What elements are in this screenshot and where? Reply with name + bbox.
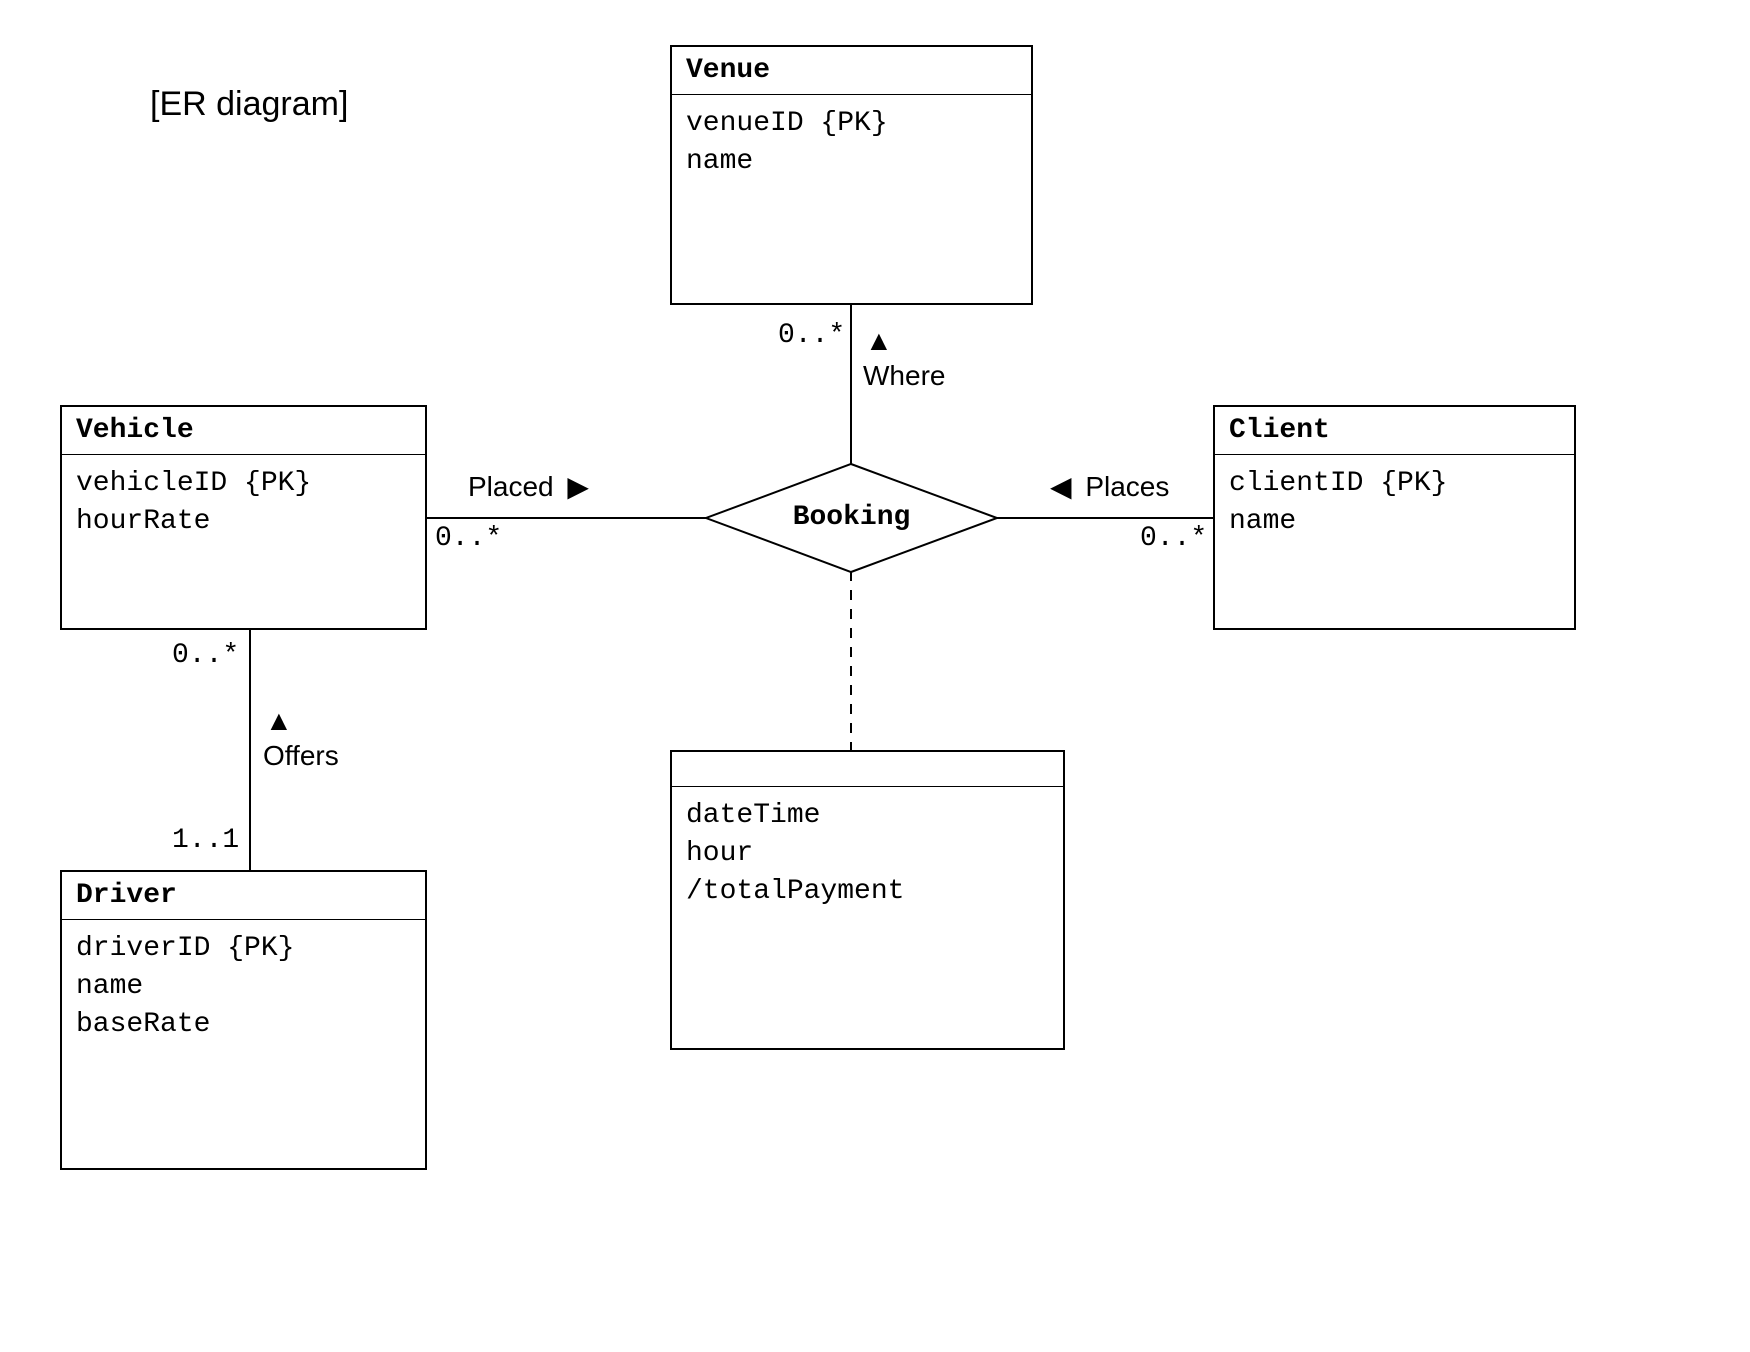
where-label: Where: [863, 360, 945, 392]
client-entity: Client clientID {PK} name: [1213, 405, 1576, 630]
vehicle-attr: vehicleID {PK}: [76, 465, 411, 503]
driver-attr: baseRate: [76, 1006, 411, 1044]
arrow-up-icon: ▲: [865, 325, 893, 357]
driver-offers-multiplicity: 1..1: [172, 825, 239, 856]
places-label: ◀ Places: [1050, 470, 1169, 503]
client-multiplicity: 0..*: [1140, 523, 1207, 554]
arrow-left-icon: ◀: [1050, 471, 1072, 502]
vehicle-attr: hourRate: [76, 503, 411, 541]
vehicle-attrs: vehicleID {PK} hourRate: [62, 455, 425, 551]
venue-attr: venueID {PK}: [686, 105, 1017, 143]
diagram-title: [ER diagram]: [150, 85, 348, 124]
assoc-attr: /totalPayment: [686, 873, 1049, 911]
arrow-right-icon: ▶: [567, 471, 589, 502]
assoc-attr: hour: [686, 835, 1049, 873]
client-title: Client: [1215, 407, 1574, 455]
vehicle-offers-multiplicity: 0..*: [172, 640, 239, 671]
assoc-attr: dateTime: [686, 797, 1049, 835]
arrow-up-icon: ▲: [265, 705, 293, 737]
placed-label: Placed ▶: [468, 470, 589, 503]
driver-attr: name: [76, 968, 411, 1006]
venue-attr: name: [686, 143, 1017, 181]
assoc-attrs: dateTime hour /totalPayment: [672, 787, 1063, 920]
placed-text: Placed: [468, 471, 554, 502]
driver-entity: Driver driverID {PK} name baseRate: [60, 870, 427, 1170]
booking-assoc-class: dateTime hour /totalPayment: [670, 750, 1065, 1050]
driver-attrs: driverID {PK} name baseRate: [62, 920, 425, 1053]
vehicle-multiplicity: 0..*: [435, 523, 502, 554]
client-attrs: clientID {PK} name: [1215, 455, 1574, 551]
booking-label: Booking: [706, 502, 997, 533]
booking-diamond: Booking: [706, 464, 997, 572]
assoc-title: [672, 752, 1063, 787]
driver-attr: driverID {PK}: [76, 930, 411, 968]
client-attr: clientID {PK}: [1229, 465, 1560, 503]
venue-title: Venue: [672, 47, 1031, 95]
places-text: Places: [1085, 471, 1169, 502]
vehicle-title: Vehicle: [62, 407, 425, 455]
venue-attrs: venueID {PK} name: [672, 95, 1031, 191]
venue-multiplicity: 0..*: [778, 320, 845, 351]
offers-label: Offers: [263, 740, 339, 772]
client-attr: name: [1229, 503, 1560, 541]
driver-title: Driver: [62, 872, 425, 920]
venue-entity: Venue venueID {PK} name: [670, 45, 1033, 305]
er-diagram-canvas: [ER diagram] Booking Venue venueID {PK} …: [0, 0, 1750, 1352]
vehicle-entity: Vehicle vehicleID {PK} hourRate: [60, 405, 427, 630]
